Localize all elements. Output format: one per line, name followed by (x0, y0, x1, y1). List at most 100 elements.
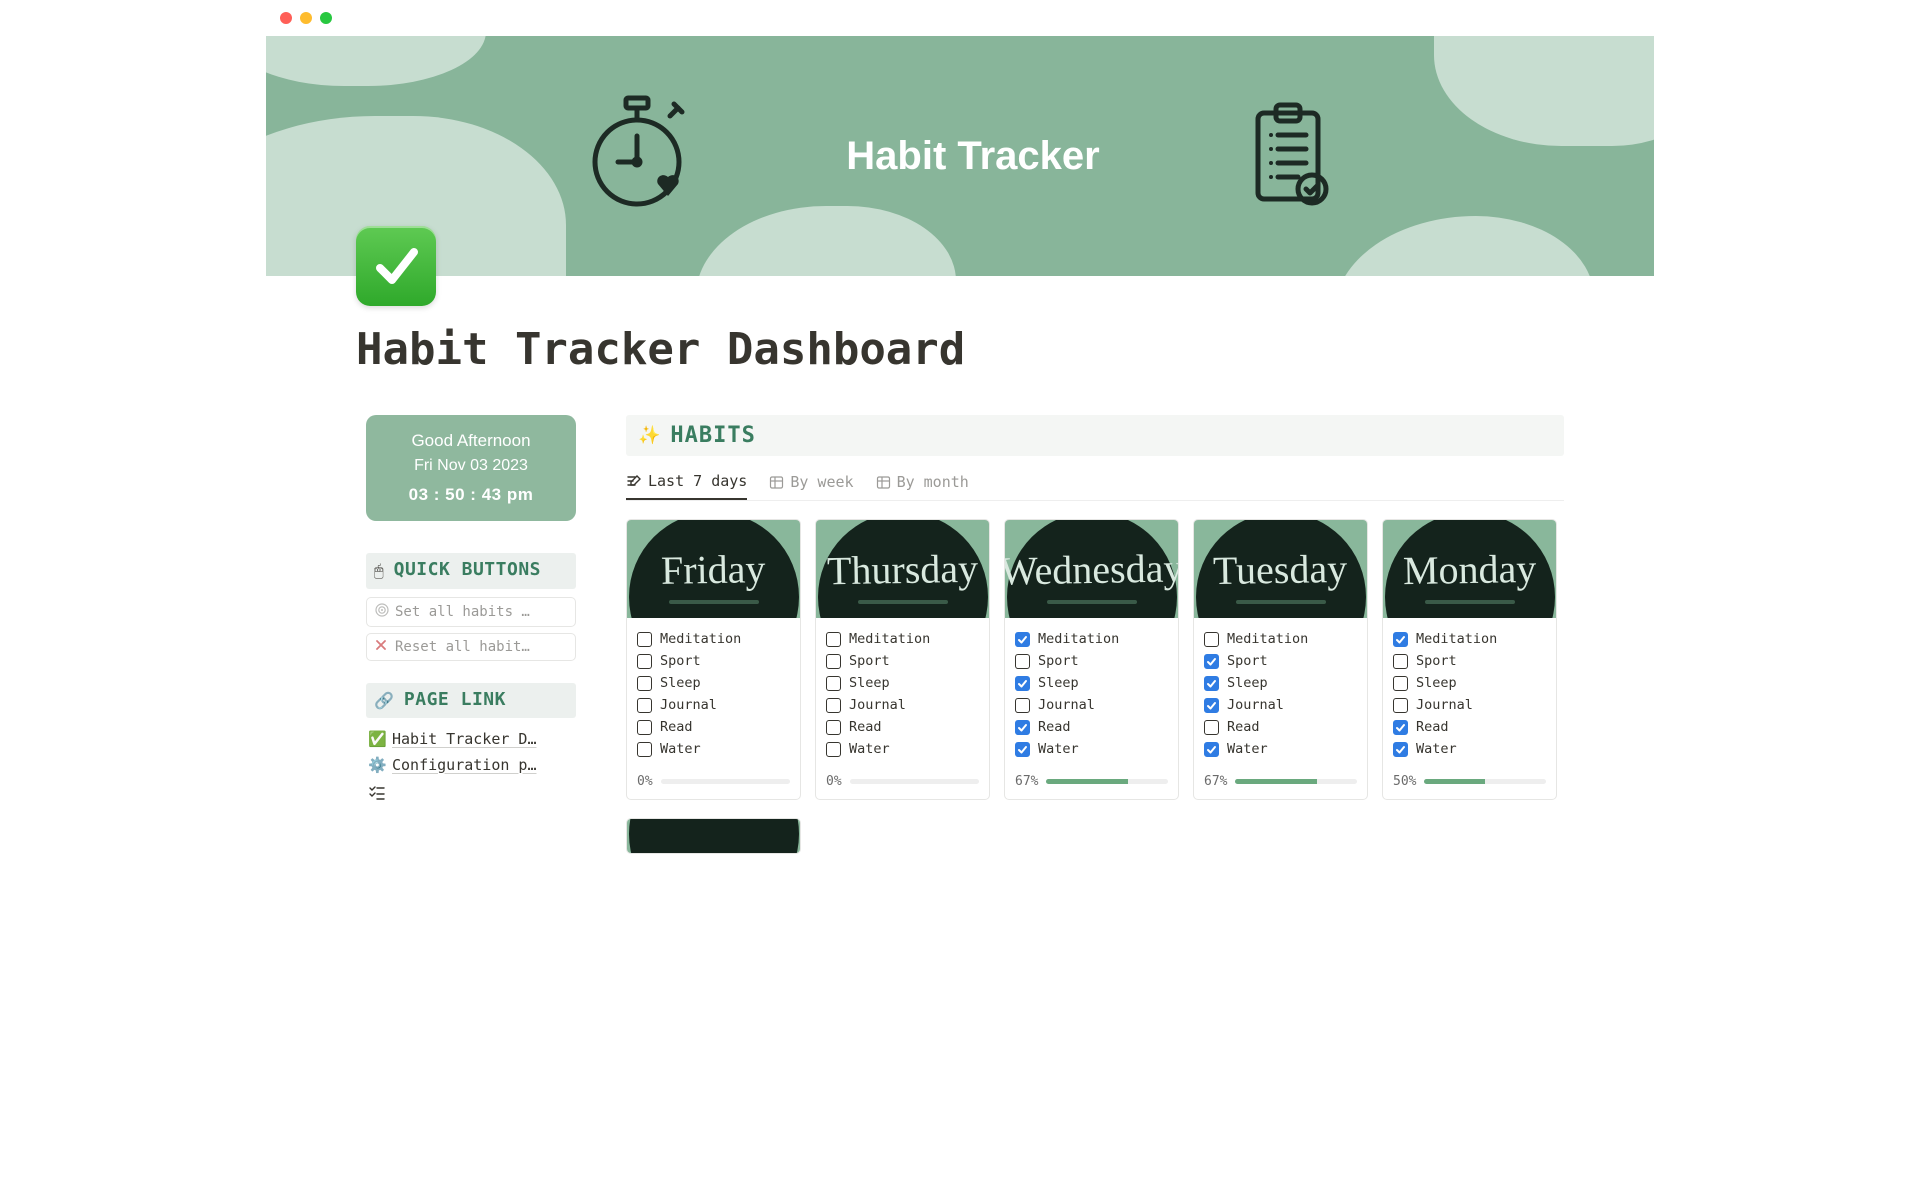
tab-by-week[interactable]: By week (769, 472, 853, 500)
habit-label: Meditation (1227, 631, 1308, 647)
reset-all-habits-button[interactable]: Reset all habit… (366, 633, 576, 661)
day-card[interactable]: ThursdayMeditationSportSleepJournalReadW… (815, 519, 990, 800)
window-close-button[interactable] (280, 12, 292, 24)
habit-checkbox-row[interactable]: Journal (637, 694, 790, 716)
day-card[interactable]: FridayMeditationSportSleepJournalReadWat… (626, 519, 801, 800)
habit-label: Sleep (1038, 675, 1079, 691)
habit-checkbox-row[interactable]: Sleep (637, 672, 790, 694)
todo-icon-row[interactable] (366, 778, 576, 808)
clock-date: Fri Nov 03 2023 (374, 457, 568, 475)
day-card[interactable]: MondayMeditationSportSleepJournalReadWat… (1382, 519, 1557, 800)
checkbox-icon (826, 676, 841, 691)
page-link-header: 🔗PAGE LINK (366, 683, 576, 718)
habit-checkbox-row[interactable]: Water (1393, 738, 1546, 760)
habit-list: Meditation Sport SleepJournalRead Water (816, 618, 989, 768)
quick-buttons-header: 🖱QUICK BUTTONS (366, 553, 576, 589)
checkbox-icon (1015, 676, 1030, 691)
habit-checkbox-row[interactable]: Read (1204, 716, 1357, 738)
habit-checkbox-row[interactable]: Meditation (1204, 628, 1357, 650)
habit-checkbox-row[interactable]: Sleep (1015, 672, 1168, 694)
habit-checkbox-row[interactable]: Sleep (826, 672, 979, 694)
habit-checkbox-row[interactable]: Water (1015, 738, 1168, 760)
habit-checkbox-row[interactable]: Journal (1204, 694, 1357, 716)
habit-checkbox-row[interactable]: Read (1393, 716, 1546, 738)
habit-checkbox-row[interactable]: Sport (1393, 650, 1546, 672)
habit-checkbox-row[interactable]: Meditation (1015, 628, 1168, 650)
habit-label: Read (1416, 719, 1449, 735)
page-link-habit-tracker[interactable]: ✅ Habit Tracker D… (366, 726, 576, 752)
habit-checkbox-row[interactable]: Water (1204, 738, 1357, 760)
page-icon-container (356, 226, 1654, 306)
checkbox-icon (1393, 654, 1408, 669)
habit-label: Journal (1227, 697, 1284, 713)
window-minimize-button[interactable] (300, 12, 312, 24)
habit-checkbox-row[interactable]: Journal (1015, 694, 1168, 716)
habit-checkbox-row[interactable]: Read (637, 716, 790, 738)
habit-checkbox-row[interactable]: Water (637, 738, 790, 760)
habit-checkbox-row[interactable]: Meditation (637, 628, 790, 650)
mouse-icon: 🖱 (374, 561, 384, 580)
page-icon-checkmark[interactable] (356, 226, 436, 306)
checkbox-icon (637, 632, 652, 647)
link-icon: 🔗 (374, 691, 394, 710)
habit-list: MeditationSportSleep Journal Read Water (627, 618, 800, 768)
tab-by-month[interactable]: By month (876, 472, 969, 500)
habit-checkbox-row[interactable]: Sport (637, 650, 790, 672)
habit-label: Sport (1416, 653, 1457, 669)
habit-label: Journal (660, 697, 717, 713)
habit-checkbox-row[interactable]: Sleep (1204, 672, 1357, 694)
window-fullscreen-button[interactable] (320, 12, 332, 24)
habit-checkbox-row[interactable]: Sport (826, 650, 979, 672)
checkbox-icon (826, 654, 841, 669)
habit-label: Journal (1038, 697, 1095, 713)
percent-label: 0% (826, 774, 842, 789)
day-card[interactable]: TuesdayMeditationSportSleepJournalReadWa… (1193, 519, 1368, 800)
checkbox-icon (1015, 742, 1030, 757)
tab-label: Last 7 days (648, 472, 747, 490)
window-titlebar (266, 0, 1654, 36)
habit-label: Sport (849, 653, 890, 669)
habit-label: Water (1038, 741, 1079, 757)
habit-label: Water (849, 741, 890, 757)
day-name-label: Wednesday (1005, 544, 1178, 594)
habit-label: Sport (1227, 653, 1268, 669)
habit-checkbox-row[interactable]: Read (1015, 716, 1168, 738)
habit-checkbox-row[interactable]: Meditation (826, 628, 979, 650)
view-tabs: Last 7 days By week By month (626, 472, 1564, 501)
checkbox-icon (1204, 676, 1219, 691)
progress-bar (661, 779, 790, 784)
table-icon (876, 475, 891, 490)
tab-label: By week (790, 473, 853, 491)
sparkle-icon: ✨ (638, 425, 660, 446)
clipboard-check-icon (1250, 99, 1334, 213)
checkbox-icon (1015, 698, 1030, 713)
tab-last-7-days[interactable]: Last 7 days (626, 472, 747, 500)
habit-checkbox-row[interactable]: Sport (1015, 650, 1168, 672)
habit-label: Read (660, 719, 693, 735)
habit-label: Water (1416, 741, 1457, 757)
stopwatch-heart-icon (586, 94, 696, 218)
habit-checkbox-row[interactable]: Read (826, 716, 979, 738)
habit-checkbox-row[interactable]: Journal (826, 694, 979, 716)
day-card[interactable]: MeditationSportSleepJournalReadWater (626, 818, 801, 854)
list-edit-icon (626, 473, 642, 489)
habit-checkbox-row[interactable]: Journal (1393, 694, 1546, 716)
checkbox-icon (1393, 720, 1408, 735)
main-content: ✨HABITS Last 7 days By week By month Fri… (626, 415, 1564, 854)
habit-checkbox-row[interactable]: Sleep (1393, 672, 1546, 694)
habit-checkbox-row[interactable]: Sport (1204, 650, 1357, 672)
percent-label: 50% (1393, 774, 1416, 789)
habit-label: Read (1038, 719, 1071, 735)
checkbox-icon (826, 632, 841, 647)
habit-checkbox-row[interactable]: Water (826, 738, 979, 760)
day-card[interactable]: Wednesday MeditationSport Sleep Journal Read… (1004, 519, 1179, 800)
progress-row: 67% (1005, 768, 1178, 799)
habit-label: Journal (1416, 697, 1473, 713)
page-link-label: Configuration p… (392, 756, 537, 774)
habit-label: Meditation (849, 631, 930, 647)
page-link-configuration[interactable]: ⚙️ Configuration p… (366, 752, 576, 778)
progress-bar (850, 779, 979, 784)
habit-list: Meditation Sport Sleep Journal Read Water (1383, 618, 1556, 768)
set-all-habits-button[interactable]: Set all habits … (366, 597, 576, 627)
habit-checkbox-row[interactable]: Meditation (1393, 628, 1546, 650)
